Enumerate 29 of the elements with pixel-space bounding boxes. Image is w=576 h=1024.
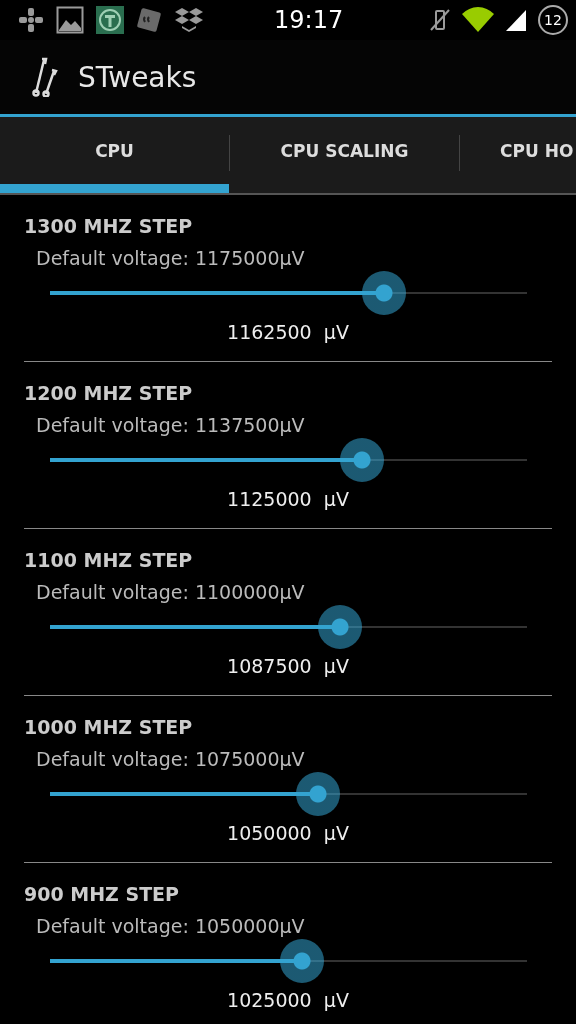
voltage-value: 1025000 µV [226,989,350,1011]
tab[interactable]: CPU [0,117,229,193]
tab[interactable]: CPU SCALING [230,117,459,193]
clock-time: 19:17 [273,6,345,34]
voltage-value: 1050000 µV [226,822,350,844]
battery-level: 12 [538,5,568,35]
setting-title: 1300 MHZ STEP [24,215,194,237]
setting-title: 1100 MHZ STEP [24,549,194,571]
app-title: STweaks [78,60,197,94]
voltage-value: 1162500 µV [226,321,350,343]
voltage-value: 1087500 µV [226,655,350,677]
setting-summary: Default voltage: 1175000µV [35,247,306,269]
setting-title: 1200 MHZ STEP [24,382,194,404]
setting-title: 900 MHZ STEP [24,883,181,905]
voltage-value: 1125000 µV [226,488,350,510]
setting-summary: Default voltage: 1075000µV [35,748,306,770]
wrench-icon [32,57,58,97]
signal-icon [504,8,528,32]
wifi-icon [462,7,494,33]
setting-summary: Default voltage: 1050000µV [35,915,306,937]
tab[interactable]: CPU HO [460,117,574,193]
fan-icon [18,7,44,33]
setting-summary: Default voltage: 1137500µV [35,414,306,436]
image-icon [56,6,84,34]
shield-icon [96,6,124,34]
vibrate-off-icon [428,7,452,33]
setting-summary: Default voltage: 1100000µV [35,581,306,603]
setting-title: 1000 MHZ STEP [24,716,194,738]
box-icon [174,7,204,33]
